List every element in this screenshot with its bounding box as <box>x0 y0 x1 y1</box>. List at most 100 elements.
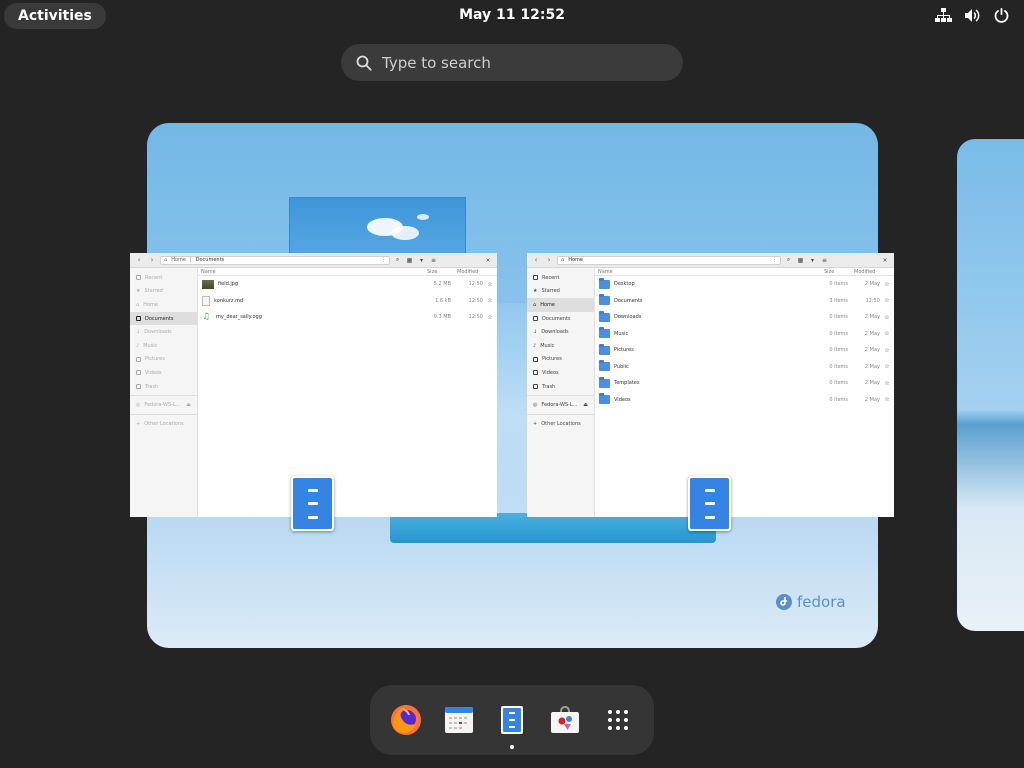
star-icon[interactable]: ☆ <box>880 363 894 370</box>
sidebar-item-music[interactable]: ♪ Music <box>527 339 594 353</box>
volume-icon[interactable] <box>964 7 981 24</box>
power-icon[interactable] <box>993 7 1010 24</box>
sidebar-item-pictures[interactable]: Pictures <box>527 353 594 367</box>
clock[interactable]: May 11 12:52 <box>0 7 1024 23</box>
search-input[interactable] <box>382 53 662 72</box>
sidebar-item-trash[interactable]: Trash <box>527 380 594 394</box>
dash-app-files[interactable] <box>492 700 532 749</box>
forward-button[interactable]: › <box>544 256 554 265</box>
column-name[interactable]: Name <box>201 269 427 275</box>
sidebar-item-downloads[interactable]: ↓ Downloads <box>527 325 594 339</box>
fedora-logo: fedora <box>775 593 846 611</box>
path-crumb-current[interactable]: Documents <box>196 257 225 263</box>
view-grid-icon[interactable]: ▦ <box>405 256 414 265</box>
table-row[interactable]: Templates 0 items 2 May ☆ <box>595 375 894 392</box>
sidebar-item-home[interactable]: ⌂ Home <box>130 298 197 312</box>
sidebar-item-videos[interactable]: Videos <box>130 366 197 380</box>
sidebar-item-recent[interactable]: Recent <box>527 271 594 285</box>
sidebar-item-recent[interactable]: Recent <box>130 271 197 285</box>
column-size[interactable]: Size <box>824 269 854 275</box>
view-grid-icon[interactable]: ▦ <box>796 256 805 265</box>
sidebar-item-downloads[interactable]: ↓ Downloads <box>130 325 197 339</box>
table-row[interactable]: Documents 3 items 12:50 ☆ <box>595 293 894 310</box>
home-icon: ⌂ <box>561 257 565 263</box>
plus-icon: + <box>136 420 141 427</box>
column-name[interactable]: Name <box>598 269 824 275</box>
star-icon: ★ <box>533 288 538 295</box>
path-separator: | <box>189 257 192 263</box>
sidebar-item-drive[interactable]: ◎ Fedora-WS-L... ⏏ <box>527 398 594 412</box>
sidebar-item-other-locations[interactable]: + Other Locations <box>527 417 594 431</box>
table-row[interactable]: field.jpg 5.2 MB 12:50 ☆ <box>198 276 497 293</box>
sidebar-item-music[interactable]: ♪ Music <box>130 339 197 353</box>
star-icon[interactable]: ☆ <box>880 281 894 288</box>
star-icon[interactable]: ☆ <box>880 380 894 387</box>
sidebar-item-starred[interactable]: ★ Starred <box>527 285 594 299</box>
close-icon[interactable]: × <box>880 255 890 265</box>
dash-app-firefox[interactable] <box>386 700 426 740</box>
folder-modified: 2 May <box>864 281 880 288</box>
path-crumb-home[interactable]: Home <box>171 257 186 263</box>
star-icon[interactable]: ☆ <box>880 330 894 337</box>
sidebar-item-trash[interactable]: Trash <box>130 380 197 394</box>
sidebar-item-label: Home <box>143 301 158 308</box>
path-bar[interactable]: ⌂ Home | Documents ⋮ <box>160 255 390 265</box>
eject-icon[interactable]: ⏏ <box>583 402 588 408</box>
picture-icon <box>136 356 141 362</box>
sidebar-item-pictures[interactable]: Pictures <box>130 353 197 367</box>
network-icon[interactable] <box>935 7 952 24</box>
column-modified[interactable]: Modified <box>457 269 497 275</box>
view-options-icon[interactable]: ▾ <box>808 256 817 265</box>
star-icon[interactable]: ☆ <box>880 297 894 304</box>
table-row[interactable]: Downloads 0 items 2 May ☆ <box>595 309 894 326</box>
star-icon[interactable]: ☆ <box>880 396 894 403</box>
star-icon[interactable]: ☆ <box>880 347 894 354</box>
hamburger-menu-icon[interactable]: ≡ <box>429 256 438 265</box>
sidebar-item-home[interactable]: ⌂ Home <box>527 298 594 312</box>
back-button[interactable]: ‹ <box>134 256 144 265</box>
star-icon[interactable]: ☆ <box>880 314 894 321</box>
table-row[interactable]: Music 0 items 2 May ☆ <box>595 326 894 343</box>
sidebar-item-videos[interactable]: Videos <box>527 366 594 380</box>
dash-app-grid[interactable] <box>598 700 638 740</box>
next-workspace-thumbnail[interactable] <box>957 139 1024 631</box>
close-icon[interactable]: × <box>483 255 493 265</box>
table-row[interactable]: konkurz.md 1.6 kB 12:50 ☆ <box>198 293 497 310</box>
sidebar-item-starred[interactable]: ★ Starred <box>130 285 197 299</box>
hamburger-menu-icon[interactable]: ≡ <box>820 256 829 265</box>
sidebar-item-label: Videos <box>145 369 162 376</box>
dash-app-calendar[interactable] <box>439 700 479 740</box>
table-row[interactable]: Public 0 items 2 May ☆ <box>595 359 894 376</box>
star-icon: ★ <box>136 288 141 295</box>
system-tray[interactable] <box>935 7 1010 24</box>
column-size[interactable]: Size <box>427 269 457 275</box>
table-row[interactable]: Desktop 0 items 2 May ☆ <box>595 276 894 293</box>
dash-app-software[interactable] <box>545 700 585 740</box>
back-button[interactable]: ‹ <box>531 256 541 265</box>
sidebar-item-documents[interactable]: Documents <box>527 312 594 326</box>
file-list: Name Size Modified Desktop 0 items 2 May… <box>595 268 894 517</box>
star-icon[interactable]: ☆ <box>483 314 497 321</box>
sidebar-item-label: Downloads <box>541 329 569 336</box>
view-options-icon[interactable]: ▾ <box>417 256 426 265</box>
table-row[interactable]: ♫ my_dear_sally.ogg 9.3 MB 12:50 ☆ <box>198 309 497 326</box>
window-headerbar: ‹ › ⌂ Home ⋮ ⌕ ▦ ▾ ≡ × <box>527 253 894 268</box>
search-icon[interactable]: ⌕ <box>784 256 793 265</box>
star-icon[interactable]: ☆ <box>483 281 497 288</box>
column-modified[interactable]: Modified <box>854 269 894 275</box>
forward-button[interactable]: › <box>147 256 157 265</box>
search-bar[interactable] <box>341 44 683 81</box>
path-menu-icon[interactable]: ⋮ <box>381 257 386 263</box>
music-icon: ♪ <box>533 342 537 349</box>
path-bar[interactable]: ⌂ Home ⋮ <box>557 255 781 265</box>
table-row[interactable]: Pictures 0 items 2 May ☆ <box>595 342 894 359</box>
star-icon[interactable]: ☆ <box>483 297 497 304</box>
search-icon[interactable]: ⌕ <box>393 256 402 265</box>
eject-icon[interactable]: ⏏ <box>186 402 191 408</box>
sidebar-item-documents[interactable]: Documents <box>130 311 197 326</box>
path-crumb-current[interactable]: Home <box>568 257 583 263</box>
table-row[interactable]: Videos 0 items 2 May ☆ <box>595 392 894 409</box>
path-menu-icon[interactable]: ⋮ <box>772 257 777 263</box>
sidebar-item-other-locations[interactable]: + Other Locations <box>130 417 197 431</box>
sidebar-item-drive[interactable]: ◎ Fedora-WS-L... ⏏ <box>130 398 197 412</box>
